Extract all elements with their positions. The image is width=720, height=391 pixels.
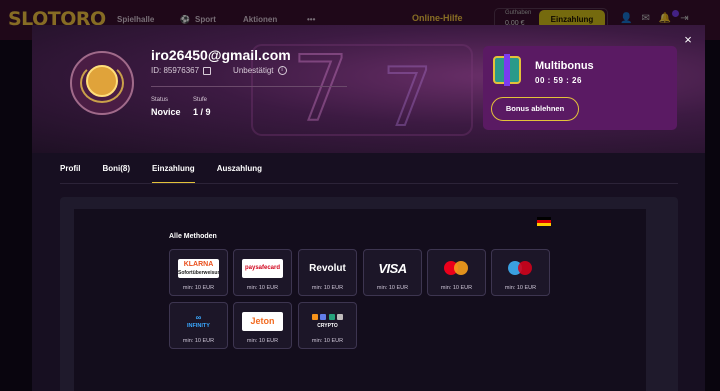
gift-ribbon xyxy=(504,54,510,86)
de-flag-icon[interactable] xyxy=(537,217,551,226)
jeton-logo: Jeton xyxy=(242,312,283,331)
profile-modal: 7 7 × iro26450@gmail.com ID: 85976367 Un… xyxy=(32,25,705,391)
method-min: min: 10 EUR xyxy=(182,285,215,291)
tab-boni[interactable]: Boni(8) xyxy=(102,164,130,184)
profile-divider xyxy=(151,86,347,87)
user-id: ID: 85976367 xyxy=(151,66,200,75)
mastercard-logo xyxy=(436,259,477,278)
close-icon[interactable]: × xyxy=(681,33,695,47)
maestro-red-circle xyxy=(518,261,532,275)
methods-title: Alle Methoden xyxy=(169,233,217,240)
verification-status: Unbestätigt xyxy=(233,66,274,75)
method-visa[interactable]: VISA min: 10 EUR xyxy=(363,249,422,296)
svg-text:7: 7 xyxy=(382,51,433,144)
method-revolut[interactable]: Revolut min: 10 EUR xyxy=(298,249,357,296)
bonus-timer: 00 : 59 : 26 xyxy=(535,76,582,85)
method-mastercard[interactable]: min: 10 EUR xyxy=(427,249,486,296)
visa-logo: VISA xyxy=(378,261,407,276)
tab-profil[interactable]: Profil xyxy=(60,164,80,184)
method-min: min: 10 EUR xyxy=(182,338,215,344)
tab-einzahlung[interactable]: Einzahlung xyxy=(152,164,195,184)
user-email: iro26450@gmail.com xyxy=(151,47,291,63)
method-nuvei[interactable]: ∞ INFINITY min: 10 EUR xyxy=(169,302,228,349)
method-sofort[interactable]: KLARNA Sofortüberweisung min: 10 EUR xyxy=(169,249,228,296)
bonus-card: Multibonus 00 : 59 : 26 Bonus ablehnen xyxy=(483,46,677,130)
method-min: min: 10 EUR xyxy=(311,285,344,291)
bonus-title: Multibonus xyxy=(535,60,594,72)
method-jeton[interactable]: Jeton min: 10 EUR xyxy=(233,302,292,349)
revolut-logo: Revolut xyxy=(309,263,346,274)
method-min: min: 10 EUR xyxy=(504,285,537,291)
method-min: min: 10 EUR xyxy=(376,285,409,291)
method-min: min: 10 EUR xyxy=(311,338,344,344)
method-min: min: 10 EUR xyxy=(246,285,279,291)
svg-text:7: 7 xyxy=(292,37,349,142)
status-label: Status xyxy=(151,97,169,103)
profile-tabs: Profil Boni(8) Einzahlung Auszahlung xyxy=(60,164,284,184)
method-min: min: 10 EUR xyxy=(246,338,279,344)
nuvei-logo: ∞ INFINITY xyxy=(187,313,210,330)
user-id-row: ID: 85976367 Unbestätigt i xyxy=(151,66,287,75)
chip-icon xyxy=(86,65,118,97)
method-crypto[interactable]: CRYPTO min: 10 EUR xyxy=(298,302,357,349)
status-value: Novice xyxy=(151,107,181,117)
copy-icon[interactable] xyxy=(203,66,212,75)
method-paysafecard[interactable]: paysafecard min: 10 EUR xyxy=(233,249,292,296)
deposit-methods-area xyxy=(74,209,646,391)
sofort-logo: KLARNA Sofortüberweisung xyxy=(178,259,219,278)
level-label: Stufe xyxy=(193,97,208,103)
info-icon[interactable]: i xyxy=(277,66,287,75)
tabs-divider xyxy=(60,183,678,184)
avatar xyxy=(70,51,134,115)
decline-bonus-button[interactable]: Bonus ablehnen xyxy=(491,97,579,121)
method-min: min: 10 EUR xyxy=(440,285,473,291)
maestro-logo xyxy=(500,259,541,278)
level-value: 1 / 9 xyxy=(193,107,211,117)
mastercard-orange-circle xyxy=(454,261,468,275)
method-maestro[interactable]: min: 10 EUR xyxy=(491,249,550,296)
tab-auszahlung[interactable]: Auszahlung xyxy=(217,164,262,184)
paysafecard-logo: paysafecard xyxy=(242,259,283,278)
crypto-logo: CRYPTO xyxy=(307,312,348,331)
